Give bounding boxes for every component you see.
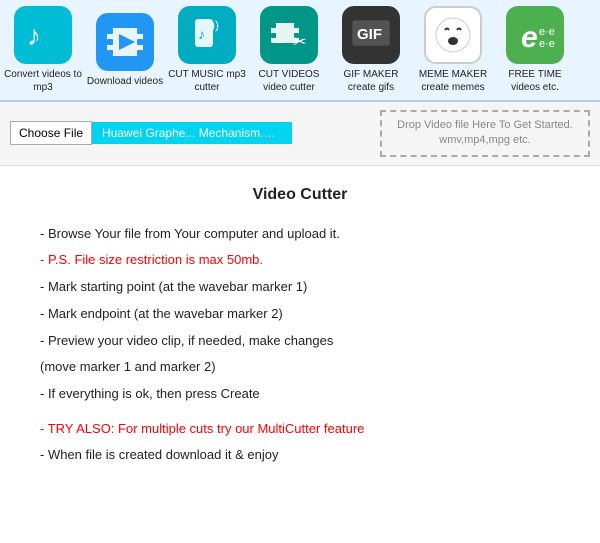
convert-mp3-label: Convert videos to mp3 <box>4 68 82 94</box>
meme-maker-label: MEME MAKER create memes <box>414 68 492 94</box>
try-also-text: - TRY ALSO: For multiple cuts try our Mu… <box>40 417 560 442</box>
download-videos-icon <box>96 13 154 71</box>
free-time-label: FREE TIME videos etc. <box>496 68 574 94</box>
last-instruction: - When file is created download it & enj… <box>40 443 560 468</box>
svg-text:GIF: GIF <box>357 26 382 43</box>
instruction-4: - Mark endpoint (at the wavebar marker 2… <box>40 302 560 327</box>
meme-maker-icon <box>424 6 482 64</box>
nav-item-download-videos[interactable]: Download videos <box>86 13 164 88</box>
main-content: Video Cutter - Browse Your file from You… <box>0 166 600 490</box>
cut-videos-label: CUT VIDEOS video cutter <box>250 68 328 94</box>
page-title: Video Cutter <box>40 186 560 204</box>
drop-formats: wmv,mp4,mpg etc. <box>439 134 531 146</box>
instruction-5: - Preview your video clip, if needed, ma… <box>40 329 560 354</box>
cut-music-icon: ♪ )) <box>178 6 236 64</box>
gif-maker-label: GIF MAKER create gifs <box>332 68 410 94</box>
file-area: Choose File Huawei Graphe... Mechanism.m… <box>0 102 600 166</box>
convert-mp3-icon: ♪ <box>14 6 72 64</box>
drop-zone[interactable]: Drop Video file Here To Get Started. wmv… <box>380 110 590 157</box>
svg-text:♪: ♪ <box>198 26 205 42</box>
nav-item-free-time[interactable]: e e·e e·e FREE TIME videos etc. <box>496 6 574 94</box>
choose-file-button[interactable]: Choose File <box>10 121 92 145</box>
gif-maker-icon: GIF <box>342 6 400 64</box>
instruction-7: - If everything is ok, then press Create <box>40 382 560 407</box>
nav-item-meme-maker[interactable]: MEME MAKER create memes <box>414 6 492 94</box>
instructions-list: - Browse Your file from Your computer an… <box>40 222 560 468</box>
nav-item-gif-maker[interactable]: GIF GIF MAKER create gifs <box>332 6 410 94</box>
instruction-2: - P.S. File size restriction is max 50mb… <box>40 248 560 273</box>
svg-text:✂: ✂ <box>293 34 306 51</box>
drop-text: Drop Video file Here To Get Started. <box>397 119 573 131</box>
instruction-6: (move marker 1 and marker 2) <box>40 355 560 380</box>
svg-text:e·e: e·e <box>539 38 555 50</box>
cut-videos-icon: ✂ <box>260 6 318 64</box>
nav-item-convert-mp3[interactable]: ♪ Convert videos to mp3 <box>4 6 82 94</box>
svg-text:e·e: e·e <box>539 26 555 38</box>
free-time-icon: e e·e e·e <box>506 6 564 64</box>
cut-music-label: CUT MUSIC mp3 cutter <box>168 68 246 94</box>
nav-item-cut-music[interactable]: ♪ )) CUT MUSIC mp3 cutter <box>168 6 246 94</box>
file-name-display: Huawei Graphe... Mechanism.mp4 <box>92 122 292 144</box>
instruction-1: - Browse Your file from Your computer an… <box>40 222 560 247</box>
download-videos-label: Download videos <box>87 75 163 88</box>
svg-text:)): )) <box>211 18 219 32</box>
top-navigation: ♪ Convert videos to mp3 Download videos <box>0 0 600 102</box>
nav-item-cut-videos[interactable]: ✂ CUT VIDEOS video cutter <box>250 6 328 94</box>
instruction-3: - Mark starting point (at the wavebar ma… <box>40 275 560 300</box>
svg-text:♪: ♪ <box>27 20 41 51</box>
svg-text:e: e <box>521 21 538 54</box>
